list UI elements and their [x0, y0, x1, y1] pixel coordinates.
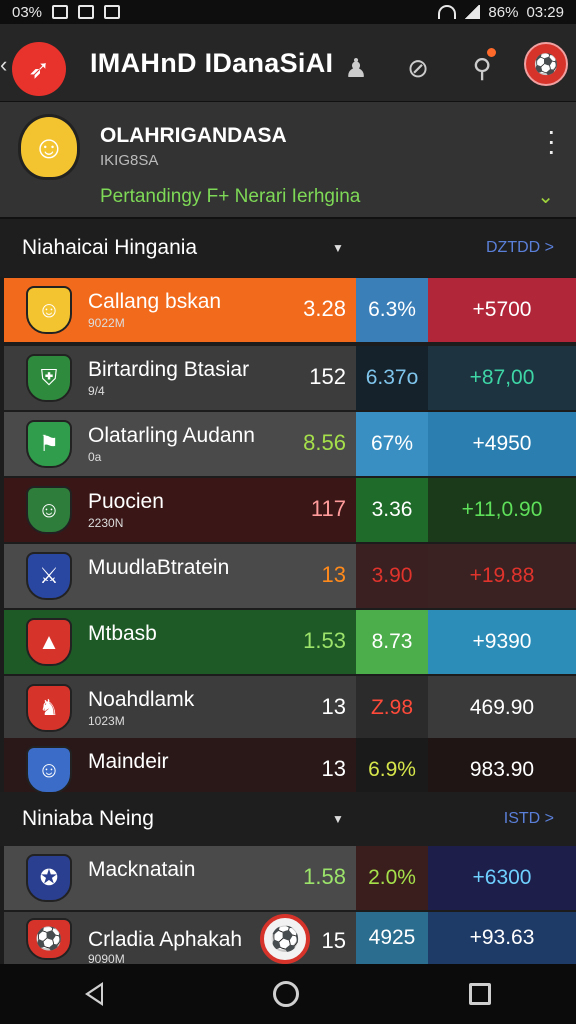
table-row[interactable]: ☺ Callang bskan 9022M 3.28 6.3% +5700 [4, 278, 576, 342]
soccer-ball-button[interactable]: ⚽ [260, 914, 310, 964]
table-row[interactable]: ✪ Macknatain 1.58 2.0% +6300 [4, 846, 576, 910]
stat-2: Z.98 [356, 676, 428, 740]
section-header-2: Niniaba Neing ▼ ISTD > [0, 792, 576, 846]
stat-1: 13 [321, 694, 346, 719]
nav-home-icon[interactable] [273, 981, 299, 1007]
team-name: Macknatain [88, 858, 196, 881]
wifi-icon [438, 5, 457, 19]
stat-2: 6.3% [356, 278, 428, 342]
stat-3: +11,0.90 [428, 478, 576, 542]
system-nav-bar [0, 964, 576, 1024]
stat-1: 152 [309, 364, 346, 389]
stat-1: 8.56 [303, 430, 346, 455]
notification-dot [487, 48, 496, 57]
table-row[interactable]: ⚑ Olatarling Audann 0a 8.56 67% +4950 [4, 412, 576, 476]
team-sub: 0a [88, 450, 102, 464]
team-sub: 9/4 [88, 384, 105, 398]
team-crest-icon: ✪ [26, 854, 72, 902]
app-logo[interactable]: ➶ [12, 42, 66, 96]
ball-icon[interactable]: ⊘ [398, 48, 438, 88]
team-crest-icon: ⛨ [26, 354, 72, 402]
checkbox-notification-icon [104, 5, 121, 19]
section-header-1: Niahaicai Hingania ▼ DZTDD > [0, 219, 576, 277]
stat-2: 3.90 [356, 544, 428, 608]
section-link[interactable]: DZTDD > [486, 239, 554, 257]
league-match-label: Pertandingy F+ Nerari Ierhgina [100, 186, 361, 207]
league-crest-icon: ☺ [18, 114, 80, 180]
stat-1: 117 [310, 496, 346, 521]
table-row[interactable]: ⚔ MuudlaBtratein 13 3.90 +19.88 [4, 544, 576, 608]
league-subtitle: IKIG8SA [100, 152, 159, 169]
stat-1: 1.58 [303, 864, 346, 889]
league-header[interactable]: ☺ OLAHRIGANDASA IKIG8SA Pertandingy F+ N… [0, 102, 576, 219]
chevron-down-icon[interactable]: ⌄ [537, 184, 554, 209]
team-name: Puocien [88, 490, 164, 513]
stat-3: +9390 [428, 610, 576, 674]
team-sub: 1023M [88, 714, 125, 728]
stat-3: +93.63 [428, 912, 576, 964]
team-sub: 2230N [88, 516, 124, 530]
team-crest-icon: ⚽ [26, 918, 72, 960]
stat-1: 1.53 [303, 628, 346, 653]
section-title: Niahaicai Hingania [22, 236, 198, 259]
table-row[interactable]: ☺ Puocien 2230N 117 3.36 +11,0.90 [4, 478, 576, 542]
team-sub: 9022M [88, 316, 125, 330]
dropdown-icon[interactable]: ▼ [332, 241, 344, 255]
search-icon[interactable]: ⚲ [462, 48, 502, 88]
stat-2: 67% [356, 412, 428, 476]
section-link[interactable]: ISTD > [504, 810, 554, 828]
nav-recents-icon[interactable] [469, 983, 491, 1005]
status-left-text: 03% [12, 3, 43, 21]
table-row[interactable]: ▲ Mtbasb 1.53 8.73 +9390 [4, 610, 576, 674]
team-name: Crladia Aphakah [88, 928, 243, 951]
profile-avatar[interactable]: ⚽ [524, 42, 568, 86]
league-name: OLAHRIGANDASA [100, 124, 287, 147]
stat-3: +4950 [428, 412, 576, 476]
more-options-icon[interactable]: · · · [547, 117, 556, 165]
stat-3: +87,00 [428, 346, 576, 410]
stat-3: +5700 [428, 278, 576, 342]
back-arrow-icon[interactable]: ‹ [0, 52, 7, 78]
team-crest-icon: ⚑ [26, 420, 72, 468]
team-name: Birtarding Btasiar [88, 358, 250, 381]
dropdown-icon[interactable]: ▼ [332, 812, 344, 826]
section-title: Niniaba Neing [22, 807, 154, 830]
team-name: Maindeir [88, 750, 169, 773]
battery-text: 86% [488, 3, 519, 21]
app-bar: ‹ ➶ IMAHnD IDanaSiAI ♟ ⊘ ⚲ ⚽ [0, 24, 576, 102]
nav-back-icon[interactable] [85, 982, 103, 1006]
team-crest-icon: ⚔ [26, 552, 72, 600]
table-row[interactable]: ♞ Noahdlamk 1023M 13 Z.98 469.90 [4, 676, 576, 740]
team-crest-icon: ☺ [26, 286, 72, 334]
team-name: Olatarling Audann [88, 424, 255, 447]
team-name: MuudlaBtratein [88, 556, 230, 579]
stat-3: +6300 [428, 846, 576, 910]
app-title: IMAHnD IDanaSiAI [90, 48, 334, 78]
team-crest-icon: ☺ [26, 486, 72, 534]
team-crest-icon: ▲ [26, 618, 72, 666]
stat-1: 3.28 [303, 296, 346, 321]
stat-1: 15 [321, 928, 346, 953]
stat-1: 13 [321, 756, 346, 781]
stat-2: 8.73 [356, 610, 428, 674]
team-name: Callang bskan [88, 290, 222, 313]
gallery-icon [52, 5, 69, 19]
team-crest-icon: ♞ [26, 684, 72, 732]
stat-2: 2.0% [356, 846, 428, 910]
app-notification-icon [78, 5, 95, 19]
user-icon[interactable]: ♟ [336, 48, 376, 88]
status-bar: 03% 86% 03:29 [0, 0, 576, 24]
team-crest-icon: ☺ [26, 746, 72, 794]
stat-3: 469.90 [428, 676, 576, 740]
stat-1: 13 [321, 562, 346, 587]
stat-2: 4925 [356, 912, 428, 964]
signal-icon [464, 5, 481, 19]
stat-3: +19.88 [428, 544, 576, 608]
team-name: Noahdlamk [88, 688, 195, 711]
team-name: Mtbasb [88, 622, 157, 645]
clock: 03:29 [526, 3, 564, 21]
table-row[interactable]: ⛨ Birtarding Btasiar 9/4 152 6.37o +87,0… [4, 346, 576, 410]
stat-2: 3.36 [356, 478, 428, 542]
stat-2: 6.37o [356, 346, 428, 410]
